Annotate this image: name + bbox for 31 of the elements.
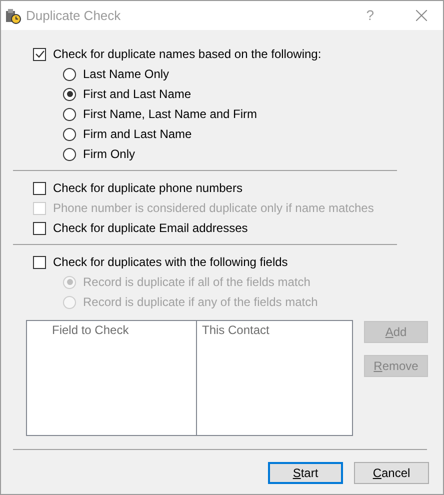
dialog-button[interactable]: Cancel (354, 462, 429, 484)
checkbox[interactable] (33, 256, 46, 268)
radio-label: Record is duplicate if any of the fields match (83, 294, 318, 311)
radio-button[interactable] (63, 148, 76, 160)
column-header[interactable]: Field to Check (27, 321, 197, 435)
checkmark-icon (34, 50, 44, 58)
radio-button[interactable] (63, 108, 76, 120)
close-icon[interactable] (416, 10, 427, 21)
fields-table[interactable]: Field to Check This Contact (26, 320, 353, 436)
window-title: Duplicate Check (26, 6, 121, 25)
radio-button[interactable] (63, 68, 76, 80)
checkbox-label: Check for duplicates with the following fields (53, 254, 288, 271)
radio-label: Firm and Last Name (83, 126, 192, 143)
checkbox-label: Check for duplicate Email addresses (53, 220, 248, 237)
radio-label: Firm Only (83, 146, 135, 163)
radio-label: Record is duplicate if all of the fields match (83, 274, 310, 291)
checkbox[interactable] (33, 222, 46, 234)
radio-button[interactable] (63, 128, 76, 140)
checkbox[interactable] (33, 182, 46, 194)
checkbox-label: Check for duplicate names based on the following: (53, 46, 322, 63)
column-header[interactable]: This Contact (197, 321, 352, 340)
checkbox-label: Phone number is considered duplicate only if name matches (53, 200, 374, 217)
help-button[interactable]: ? (366, 5, 374, 26)
radio-button[interactable] (63, 88, 76, 100)
checkbox-label: Check for duplicate phone numbers (53, 180, 242, 197)
checkbox[interactable] (33, 48, 46, 60)
dialog-button[interactable]: Start (268, 462, 343, 484)
radio-label: First Name, Last Name and Firm (83, 106, 258, 123)
contacts-clock-icon (5, 8, 21, 24)
radio-label: Last Name Only (83, 66, 170, 83)
radio-label: First and Last Name (83, 86, 192, 103)
